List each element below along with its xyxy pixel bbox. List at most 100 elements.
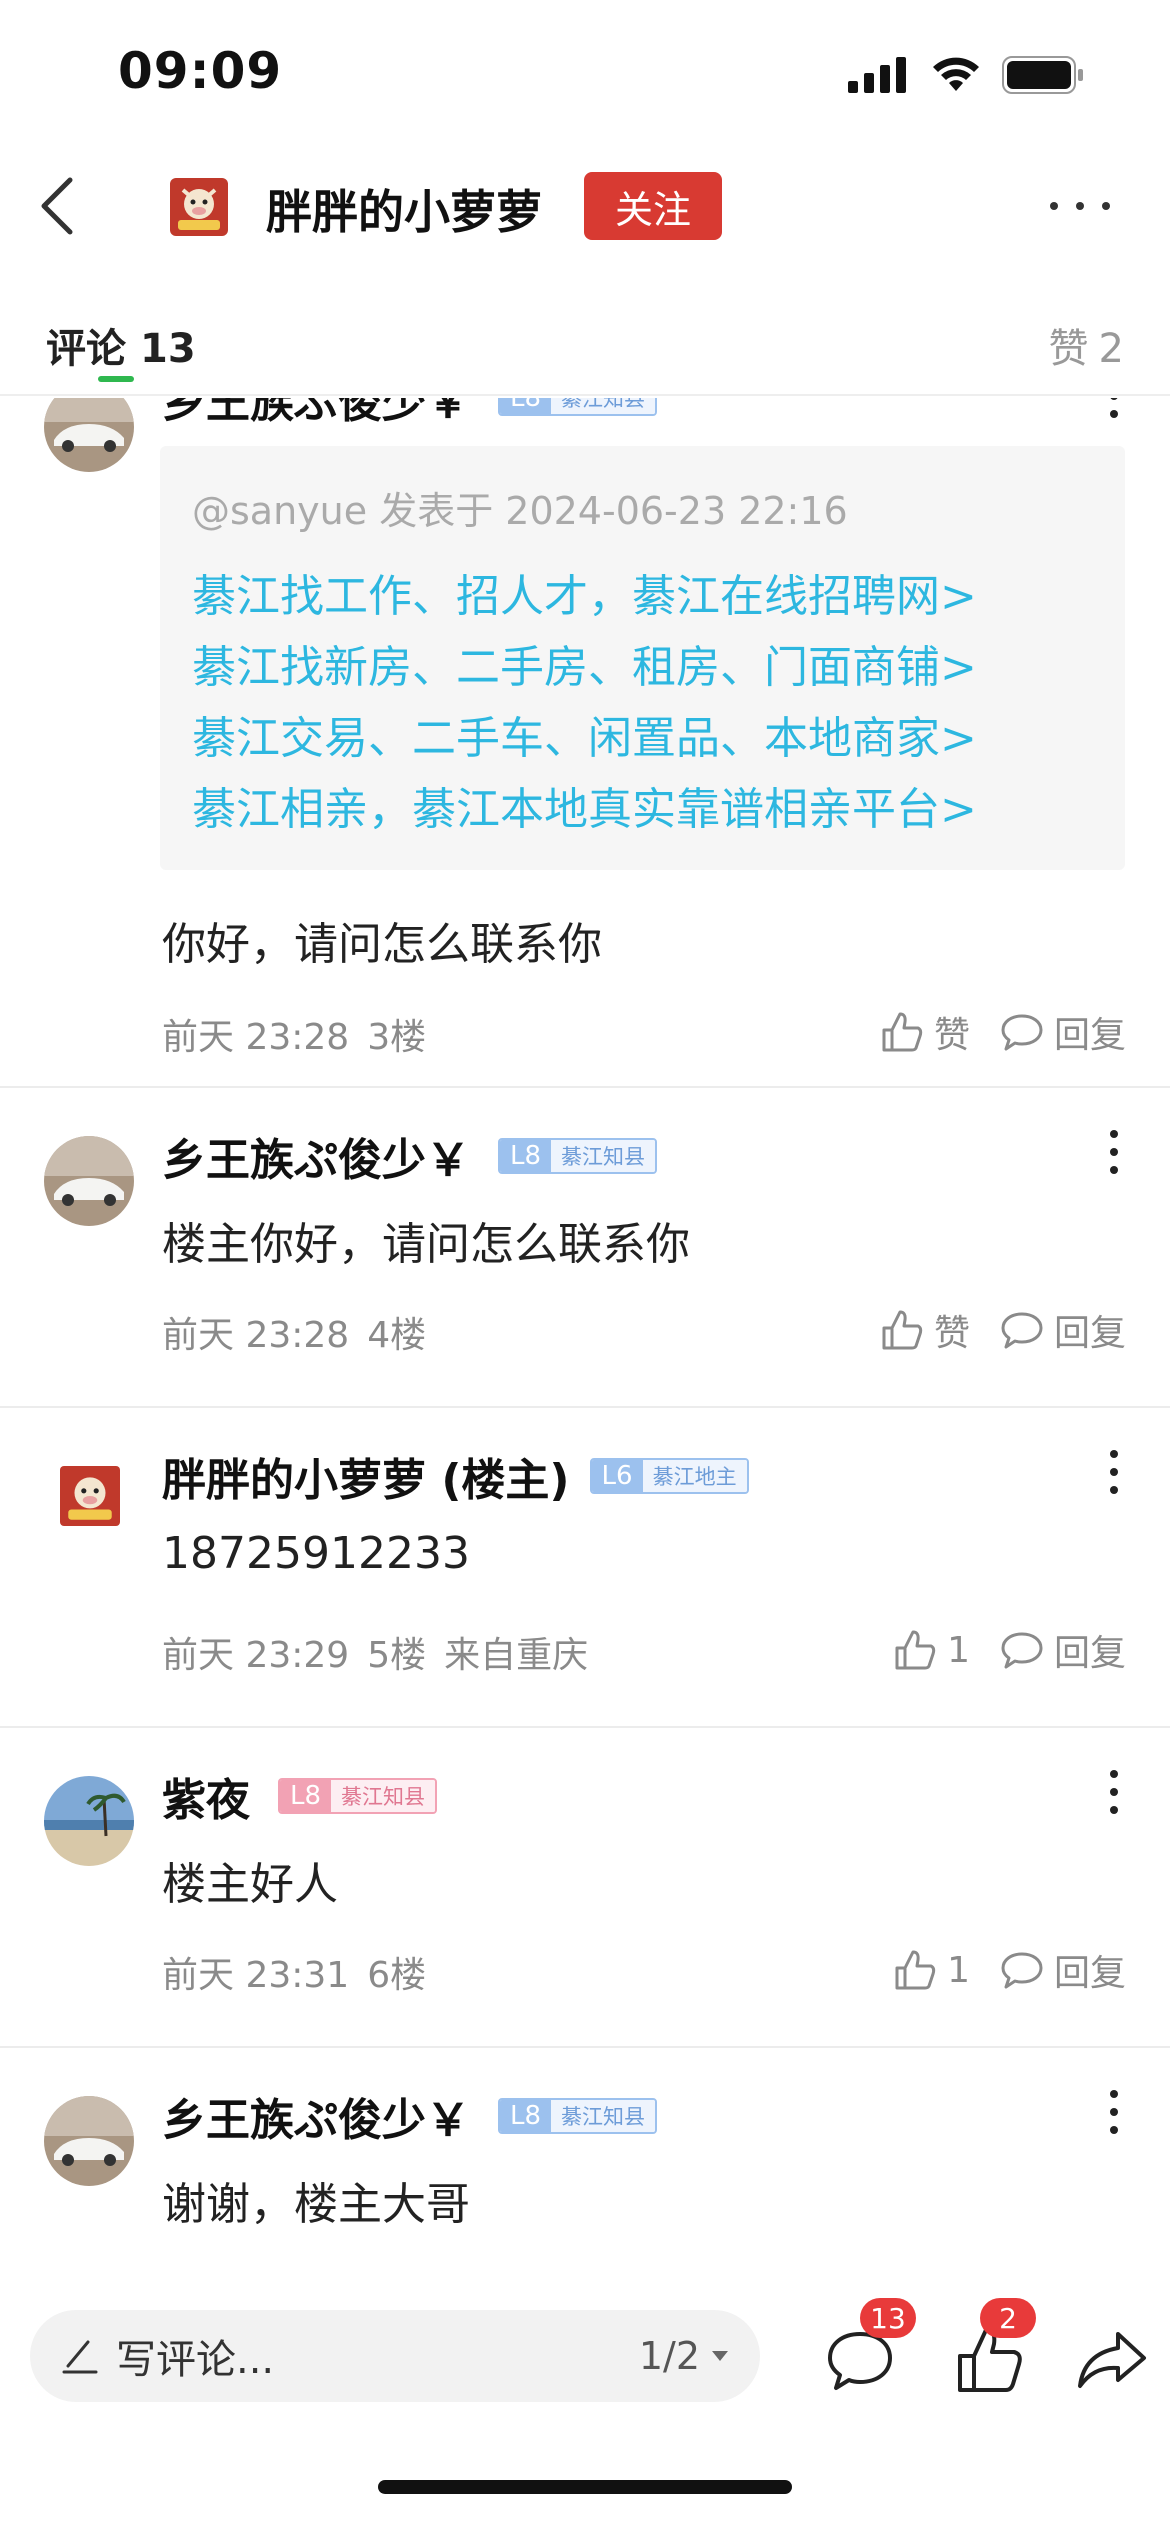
level-badge: L6 綦江地主 [589, 1458, 749, 1494]
comment-item: 乡王族ぷ俊少￥ L8 綦江知县 @sanyue 发表于 2024-06-23 22… [0, 398, 1170, 1088]
avatar[interactable] [44, 1136, 134, 1226]
reply-button[interactable]: 回复 [1000, 1304, 1126, 1356]
avatar[interactable] [60, 1466, 120, 1526]
comment-user-row: 胖胖的小萝萝 (楼主) L6 綦江地主 [162, 1444, 749, 1508]
more-options-button[interactable] [1050, 186, 1110, 226]
avatar[interactable] [44, 398, 134, 472]
comment-item: 胖胖的小萝萝 (楼主) L6 綦江地主 18725912233 前天 23:29 … [0, 1408, 1170, 1728]
comments-button[interactable]: 13 [820, 2298, 916, 2400]
share-icon [1078, 2332, 1146, 2388]
reply-bubble-icon [1001, 1952, 1043, 1989]
tab-comments[interactable]: 评论 13 [46, 316, 196, 374]
quote-link[interactable]: 綦江找工作、招人才，綦江在线招聘网> [192, 561, 1093, 632]
avatar[interactable] [44, 2096, 134, 2186]
reply-button[interactable]: 回复 [1000, 1006, 1126, 1058]
comment-username[interactable]: 紫夜 [162, 1764, 250, 1828]
comment-meta: 前天 23:29 5楼 来自重庆 [162, 1626, 588, 1678]
car-avatar [44, 2096, 134, 2186]
beach-avatar [44, 1776, 134, 1866]
author-avatar[interactable] [170, 178, 228, 236]
quoted-post: @sanyue 发表于 2024-06-23 22:16 綦江找工作、招人才，綦… [160, 446, 1125, 870]
signal-icon [848, 57, 906, 93]
quote-header: @sanyue 发表于 2024-06-23 22:16 [192, 489, 848, 533]
thumbs-up-icon [895, 1630, 936, 1670]
car-avatar [44, 1136, 134, 1226]
level: L8 [500, 2100, 552, 2132]
comment-username[interactable]: 胖胖的小萝萝 (楼主) [162, 1444, 570, 1508]
comment-more-button[interactable] [1108, 1770, 1120, 1814]
comment-floor: 3楼 [367, 1017, 427, 1058]
comment-user-row: 乡王族ぷ俊少￥ L8 綦江知县 [162, 2084, 658, 2148]
author-name[interactable]: 胖胖的小萝萝 [266, 176, 542, 242]
status-time: 09:09 [118, 42, 283, 100]
home-indicator[interactable] [378, 2480, 792, 2494]
reply-label: 回复 [1053, 1015, 1126, 1056]
like-button[interactable]: 赞 [880, 1304, 970, 1356]
tab-comments-count: 13 [140, 326, 196, 372]
like-label: 赞 [933, 1015, 970, 1056]
level: L6 [591, 1460, 643, 1492]
comment-text: 你好，请问怎么联系你 [162, 919, 602, 970]
level: L8 [500, 398, 552, 414]
reply-bubble-icon [1001, 1014, 1043, 1051]
avatar[interactable] [44, 1776, 134, 1866]
reply-button[interactable]: 回复 [1000, 1624, 1126, 1676]
more-icon [1050, 202, 1058, 210]
like-label: 赞 [933, 1313, 970, 1354]
like-button[interactable]: 1 [893, 1628, 970, 1672]
quote-link[interactable]: 綦江找新房、二手房、租房、门面商铺> [192, 632, 1093, 703]
reply-bubble-icon [1001, 1312, 1043, 1349]
comment-user-row: 乡王族ぷ俊少￥ L8 綦江知县 [162, 398, 658, 430]
comment-floor: 4楼 [367, 1315, 427, 1356]
comment-time: 前天 23:29 [162, 1635, 350, 1676]
comment-username[interactable]: 乡王族ぷ俊少￥ [162, 2084, 470, 2148]
comment-more-button[interactable] [1108, 398, 1120, 418]
like-count: 1 [947, 1949, 970, 1991]
chevron-down-icon [712, 2351, 728, 2361]
thumbs-up-icon [895, 1950, 936, 1990]
comment-actions: 1 回复 [893, 1624, 1126, 1676]
comment-more-button[interactable] [1108, 1130, 1120, 1174]
comment-more-button[interactable] [1108, 2090, 1120, 2134]
comment-tabs: 评论 13 赞2 [0, 300, 1170, 396]
level-title: 綦江知县 [551, 398, 656, 414]
pen-icon [62, 2340, 98, 2374]
page-indicator: 1/2 [638, 2334, 700, 2378]
comment-item: 紫夜 L8 綦江知县 楼主好人 前天 23:31 6楼 1 回复 [0, 1728, 1170, 2048]
comment-input[interactable]: 写评论... 1/2 [30, 2310, 760, 2402]
reply-label: 回复 [1053, 1313, 1126, 1354]
comment-username[interactable]: 乡王族ぷ俊少￥ [162, 1124, 470, 1188]
like-button[interactable]: 赞 [880, 1006, 970, 1058]
back-button[interactable] [30, 174, 90, 238]
comment-meta: 前天 23:31 6楼 [162, 1946, 426, 1998]
comment-list[interactable]: 乡王族ぷ俊少￥ L8 綦江知县 @sanyue 发表于 2024-06-23 22… [0, 398, 1170, 2298]
comment-text[interactable]: 18725912233 [162, 1528, 470, 1579]
comment-actions: 1 回复 [893, 1944, 1126, 1996]
reply-button[interactable]: 回复 [1000, 1944, 1126, 1996]
reply-label: 回复 [1053, 1633, 1126, 1674]
quote-link[interactable]: 綦江交易、二手车、闲置品、本地商家> [192, 703, 1093, 774]
comment-more-button[interactable] [1108, 1450, 1120, 1494]
cow-logo-avatar [60, 1466, 120, 1526]
like-button[interactable]: 1 [893, 1948, 970, 1992]
tab-likes-count: 2 [1098, 326, 1124, 372]
status-icons [848, 56, 1084, 94]
status-bar: 09:09 [0, 0, 1170, 150]
thumbs-up-icon [882, 1012, 923, 1052]
level-badge: L8 綦江知县 [498, 1138, 658, 1174]
comment-meta: 前天 23:28 3楼 [162, 1008, 426, 1060]
comment-input-placeholder: 写评论... [116, 2337, 275, 2383]
tab-likes-label: 赞 [1048, 326, 1089, 372]
follow-button[interactable]: 关注 [584, 172, 722, 240]
level-title: 綦江地主 [642, 1460, 747, 1492]
reply-label: 回复 [1053, 1953, 1126, 1994]
comment-username[interactable]: 乡王族ぷ俊少￥ [162, 398, 470, 430]
quote-link[interactable]: 綦江相亲，綦江本地真实靠谱相亲平台> [192, 774, 1093, 845]
tab-likes[interactable]: 赞2 [1049, 316, 1124, 374]
comment-user-row: 乡王族ぷ俊少￥ L8 綦江知县 [162, 1124, 658, 1188]
like-post-button[interactable]: 2 [950, 2298, 1036, 2400]
comment-time: 前天 23:28 [162, 1017, 350, 1058]
page-selector[interactable]: 1/2 [639, 2334, 730, 2378]
cow-logo-avatar [170, 178, 228, 236]
share-button[interactable] [1072, 2320, 1152, 2400]
